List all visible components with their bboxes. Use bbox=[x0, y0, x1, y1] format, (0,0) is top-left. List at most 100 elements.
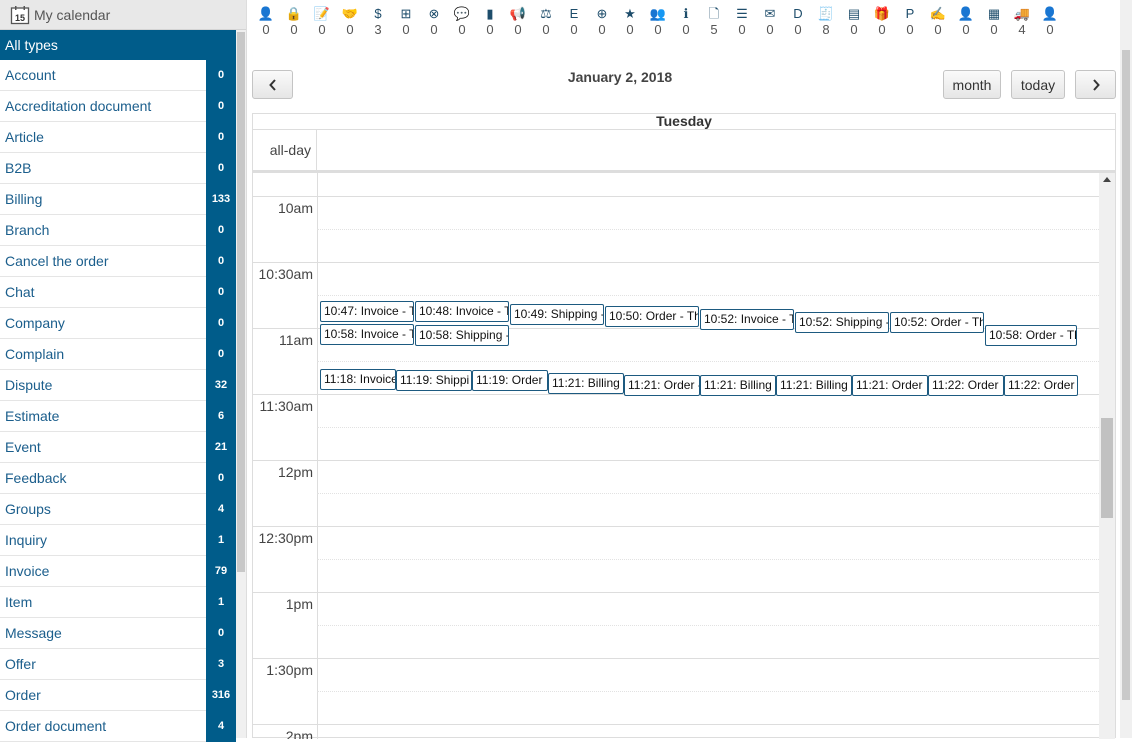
type-icon-button[interactable]: 📝 0 bbox=[308, 6, 336, 40]
type-list-item[interactable]: Feedback 0 bbox=[0, 462, 236, 494]
calendar-event[interactable]: 10:52: Order - Th bbox=[890, 312, 984, 333]
lock-icon: 🔒 bbox=[285, 6, 303, 21]
type-list-item[interactable]: B2B 0 bbox=[0, 152, 236, 184]
calendar-event[interactable]: 10:48: Invoice - T bbox=[415, 301, 509, 322]
type-list-item[interactable]: Dispute 32 bbox=[0, 369, 236, 401]
time-grid[interactable]: 10am 10:30am 11am 11:30am 12pm 12:30pm 1pm 1:30… bbox=[253, 173, 1099, 739]
all-day-label: all-day bbox=[253, 130, 317, 170]
type-list-item[interactable]: Groups 4 bbox=[0, 493, 236, 525]
type-icon-button[interactable]: ★ 0 bbox=[616, 6, 644, 40]
type-icon-button[interactable]: 🗋 5 bbox=[700, 6, 728, 40]
type-icon-button[interactable]: 📢 0 bbox=[504, 6, 532, 40]
type-list-item[interactable]: Chat 0 bbox=[0, 276, 236, 308]
page-scroll-thumb[interactable] bbox=[1122, 50, 1130, 700]
type-icon-button[interactable]: ▦ 0 bbox=[980, 6, 1008, 40]
calendar-event[interactable]: 10:52: Invoice - T bbox=[700, 309, 794, 330]
type-list-item[interactable]: Billing 133 bbox=[0, 183, 236, 215]
type-list-item[interactable]: Message 0 bbox=[0, 617, 236, 649]
type-icon-button[interactable]: ▤ 0 bbox=[840, 6, 868, 40]
type-icon-button[interactable]: P0 bbox=[896, 6, 924, 40]
type-icon-button[interactable]: 🤝 0 bbox=[336, 6, 364, 40]
type-list-item[interactable]: Item 1 bbox=[0, 586, 236, 618]
type-list-item[interactable]: Order document 4 bbox=[0, 710, 236, 742]
sidebar: 15 My calendar All types Account 0 Accredi… bbox=[0, 0, 246, 742]
prev-button[interactable] bbox=[252, 70, 293, 99]
calendar-event[interactable]: 11:21: Billing bbox=[776, 375, 852, 396]
calendar-event[interactable]: 10:58: Invoice - T bbox=[320, 324, 414, 345]
scroll-up-arrow-icon[interactable] bbox=[1103, 177, 1111, 182]
calendar-event[interactable]: 11:21: Order bbox=[852, 375, 928, 396]
type-label: Feedback bbox=[5, 470, 67, 486]
calendar-event[interactable]: 11:18: Invoice bbox=[320, 369, 396, 390]
month-view-button[interactable]: month bbox=[943, 70, 1001, 99]
all-day-row[interactable]: all-day bbox=[253, 130, 1115, 173]
calendar-event[interactable]: 11:22: Order bbox=[1004, 375, 1078, 396]
type-list-item[interactable]: Invoice 79 bbox=[0, 555, 236, 587]
type-list-item[interactable]: Offer 3 bbox=[0, 648, 236, 680]
calendar-event[interactable]: 10:58: Shipping - bbox=[415, 325, 509, 346]
type-icon-button[interactable]: 👤 0 bbox=[252, 6, 280, 40]
calendar-event[interactable]: 10:49: Shipping - bbox=[510, 304, 604, 325]
type-list-item[interactable]: Company 0 bbox=[0, 307, 236, 339]
type-list-item[interactable]: Account 0 bbox=[0, 59, 236, 91]
calendar-event[interactable]: 11:21: Billing bbox=[700, 375, 776, 396]
calendar-event[interactable]: 11:22: Order bbox=[928, 375, 1004, 396]
type-icon-button[interactable]: 🧾 8 bbox=[812, 6, 840, 40]
sidebar-scrollbar[interactable] bbox=[236, 30, 246, 738]
calendar-event[interactable]: 10:50: Order - Th bbox=[605, 306, 699, 327]
type-icon-button[interactable]: ▮ 0 bbox=[476, 6, 504, 40]
document-edit-icon: 📝 bbox=[313, 6, 331, 21]
type-icon-button[interactable]: 🚚 4 bbox=[1008, 6, 1036, 40]
calendar-event[interactable]: 10:58: Order - Th bbox=[985, 325, 1077, 346]
all-types-item[interactable]: All types bbox=[0, 30, 236, 60]
type-icon-button[interactable]: 🔒 0 bbox=[280, 6, 308, 40]
type-icon-button[interactable]: 🎁 0 bbox=[868, 6, 896, 40]
divider bbox=[246, 0, 247, 738]
type-icon-button[interactable]: $3 bbox=[364, 6, 392, 40]
type-icon-button[interactable]: ⚖ 0 bbox=[532, 6, 560, 40]
type-icon-button[interactable]: ✉ 0 bbox=[756, 6, 784, 40]
time-label: 11am bbox=[279, 332, 313, 348]
type-icon-button[interactable]: ⊗ 0 bbox=[420, 6, 448, 40]
type-list-item[interactable]: Order 316 bbox=[0, 679, 236, 711]
calendar-event[interactable]: 11:19: Shippi bbox=[396, 370, 472, 391]
type-icon-button[interactable]: 👥 0 bbox=[644, 6, 672, 40]
type-icon-button[interactable]: 💬 0 bbox=[448, 6, 476, 40]
type-list-item[interactable]: Cancel the order 0 bbox=[0, 245, 236, 277]
type-icon-button[interactable]: ☰ 0 bbox=[728, 6, 756, 40]
calendar-event[interactable]: 10:47: Invoice - T bbox=[320, 301, 414, 322]
type-list-item[interactable]: Inquiry 1 bbox=[0, 524, 236, 556]
type-list-item[interactable]: Complain 0 bbox=[0, 338, 236, 370]
type-count-badge: 3 bbox=[206, 648, 236, 680]
calendar-event[interactable]: 11:21: Order - bbox=[624, 375, 700, 396]
quarter-hour-line bbox=[317, 691, 1099, 692]
type-label: Groups bbox=[5, 501, 51, 517]
calendar-event[interactable]: 11:19: Order bbox=[472, 370, 548, 391]
calendar-scroll-thumb[interactable] bbox=[1101, 418, 1113, 518]
half-hour-line bbox=[253, 262, 1099, 263]
today-button[interactable]: today bbox=[1011, 70, 1065, 99]
type-icon-button[interactable]: ⊞ 0 bbox=[392, 6, 420, 40]
type-icon-button[interactable]: E0 bbox=[560, 6, 588, 40]
sidebar-header[interactable]: 15 My calendar bbox=[0, 0, 246, 30]
calendar-event[interactable]: 10:52: Shipping - bbox=[795, 312, 889, 333]
type-list-item[interactable]: Article 0 bbox=[0, 121, 236, 153]
type-icon-button[interactable]: ⊕ 0 bbox=[588, 6, 616, 40]
type-icon-count: 0 bbox=[906, 22, 914, 37]
type-list-item[interactable]: Accreditation document 0 bbox=[0, 90, 236, 122]
calendar-scrollbar[interactable] bbox=[1099, 173, 1115, 739]
type-icon-button[interactable]: D0 bbox=[784, 6, 812, 40]
next-button[interactable] bbox=[1075, 70, 1116, 99]
type-list-item[interactable]: Estimate 6 bbox=[0, 400, 236, 432]
calendar-event[interactable]: 11:21: Billing bbox=[548, 373, 624, 394]
type-list-item[interactable]: Event 21 bbox=[0, 431, 236, 463]
type-icon-button[interactable]: 👤 0 bbox=[952, 6, 980, 40]
calendar-icon: 15 bbox=[10, 5, 30, 24]
page-scrollbar[interactable] bbox=[1120, 0, 1132, 738]
sidebar-scroll-thumb[interactable] bbox=[237, 32, 245, 572]
type-list-item[interactable]: Branch 0 bbox=[0, 214, 236, 246]
quarter-hour-line bbox=[317, 229, 1099, 230]
type-icon-button[interactable]: ℹ0 bbox=[672, 6, 700, 40]
type-icon-button[interactable]: 👤 0 bbox=[1036, 6, 1064, 40]
type-icon-button[interactable]: ✍ 0 bbox=[924, 6, 952, 40]
